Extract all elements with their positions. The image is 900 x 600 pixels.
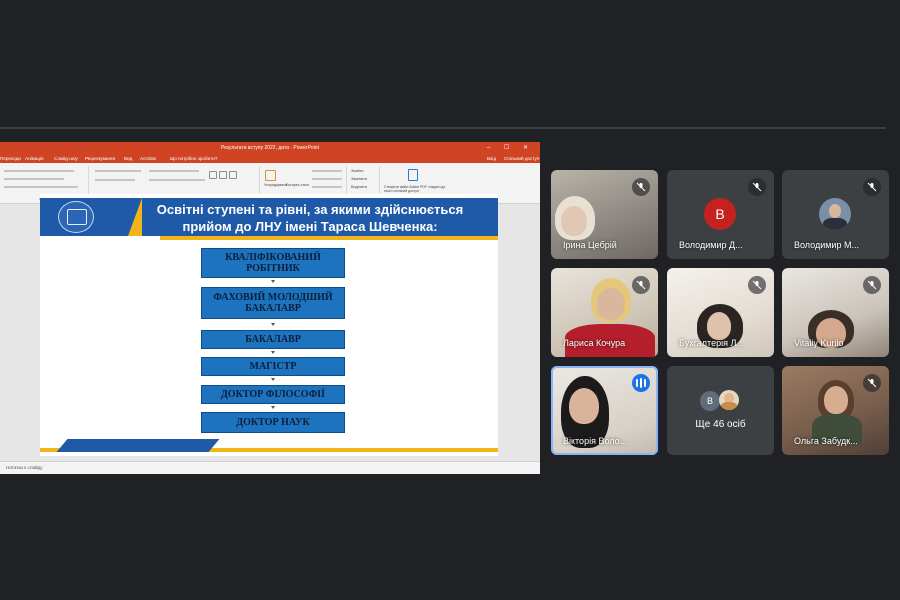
participant-avatar — [719, 390, 739, 410]
flow-arrow — [271, 351, 275, 354]
title-bar: Результати вступу 2022, дата · PowerPoin… — [0, 142, 540, 154]
muted-mic-icon — [748, 178, 766, 196]
replace-button[interactable]: Замінити — [351, 177, 367, 181]
participant-tile[interactable]: B Володимир Д... — [667, 170, 774, 259]
flow-arrow — [271, 280, 275, 283]
participant-tile[interactable]: Бухгалтерія Л... — [667, 268, 774, 357]
select-button[interactable]: Виділити — [351, 185, 367, 189]
participant-video — [597, 288, 625, 320]
participant-tile[interactable]: Лариса Кочура — [551, 268, 658, 357]
participant-video — [569, 388, 599, 424]
create-pdf-share-button[interactable]: Створити файл Adobe PDF і надати до ньог… — [384, 185, 446, 193]
muted-mic-icon — [748, 276, 766, 294]
arrange-button[interactable]: Упорядкувати — [264, 183, 287, 187]
level-box: ФАХОВИЙ МОЛОДШИЙ БАКАЛАВР — [201, 287, 345, 319]
window-controls[interactable]: – ☐ ✕ — [487, 144, 534, 151]
header-underline — [160, 236, 498, 240]
tab-review[interactable]: Рецензування — [85, 156, 115, 161]
participant-tile[interactable]: Ольга Забудк... — [782, 366, 889, 455]
muted-mic-icon — [863, 374, 881, 392]
participant-name: Вікторія Воло... — [563, 436, 628, 446]
participant-video — [707, 312, 731, 340]
notes-placeholder[interactable]: Нотатки к слайду — [6, 465, 43, 470]
muted-mic-icon — [863, 178, 881, 196]
shape-icon[interactable] — [209, 171, 217, 179]
arrange-icon[interactable] — [265, 170, 276, 181]
participant-tile[interactable]: Vitaliy Kurilo — [782, 268, 889, 357]
screen-divider — [0, 127, 886, 129]
participant-name: Ірина Цебрій — [563, 240, 617, 250]
level-box: ДОКТОР ФІЛОСОФІЇ — [201, 385, 345, 404]
ribbon-tabs: Переходи Анімація Слайд-шоу Рецензування… — [0, 154, 540, 163]
participant-tile-speaking[interactable]: Вікторія Воло... — [551, 366, 658, 455]
participant-name: Ольга Забудк... — [794, 436, 858, 446]
participant-video — [561, 206, 587, 236]
participant-name: Володимир М... — [794, 240, 859, 250]
flow-arrow — [271, 323, 275, 326]
tell-me-search[interactable]: Що потрібно зробити? — [170, 156, 217, 161]
tab-animation[interactable]: Анімація — [25, 156, 43, 161]
participant-avatar: B — [704, 198, 736, 230]
participant-avatar — [819, 198, 851, 230]
muted-mic-icon — [632, 276, 650, 294]
flow-arrow — [271, 406, 275, 409]
window-title: Результати вступу 2022, дата · PowerPoin… — [221, 145, 319, 151]
more-participants-tile[interactable]: B Ще 46 осіб — [667, 366, 774, 455]
status-bar: Нотатки к слайду — [0, 461, 540, 474]
muted-mic-icon — [863, 276, 881, 294]
level-box: КВАЛІФІКОВАНИЙ РОБІТНИК — [201, 248, 345, 278]
participant-name: Лариса Кочура — [563, 338, 626, 348]
flow-arrow — [271, 378, 275, 381]
participant-tile[interactable]: Ірина Цебрій — [551, 170, 658, 259]
participant-video — [824, 386, 848, 414]
participant-avatar: B — [700, 391, 720, 411]
slide-title: Освітні ступені та рівні, за якими здійс… — [156, 202, 464, 234]
tab-acrobat[interactable]: Acrobat — [140, 156, 156, 161]
tab-view[interactable]: Вид — [124, 156, 132, 161]
share-button[interactable]: Спільний доступ — [504, 156, 539, 161]
participant-tile[interactable]: Володимир М... — [782, 170, 889, 259]
participant-name: Бухгалтерія Л... — [679, 338, 744, 348]
university-logo — [58, 201, 94, 233]
tab-slideshow[interactable]: Слайд-шоу — [54, 156, 78, 161]
shape-icon[interactable] — [219, 171, 227, 179]
muted-mic-icon — [632, 178, 650, 196]
shape-icon[interactable] — [229, 171, 237, 179]
sign-in-link[interactable]: Вхід — [487, 156, 496, 161]
level-box: МАГІСТР — [201, 357, 345, 376]
find-button[interactable]: Знайти — [351, 169, 363, 173]
pdf-share-icon[interactable] — [408, 169, 418, 181]
slide: Освітні ступені та рівні, за якими здійс… — [40, 194, 498, 456]
tab-transitions[interactable]: Переходи — [0, 156, 21, 161]
level-box: ДОКТОР НАУК — [201, 412, 345, 433]
participant-name: Володимир Д... — [679, 240, 743, 250]
quick-styles-button[interactable]: Експрес-стилі — [286, 183, 309, 187]
participant-name: Vitaliy Kurilo — [794, 338, 844, 348]
footer-band — [56, 439, 220, 452]
speaking-indicator-icon — [632, 374, 650, 392]
more-participants-label: Ще 46 осіб — [695, 419, 746, 430]
level-box: БАКАЛАВР — [201, 330, 345, 349]
